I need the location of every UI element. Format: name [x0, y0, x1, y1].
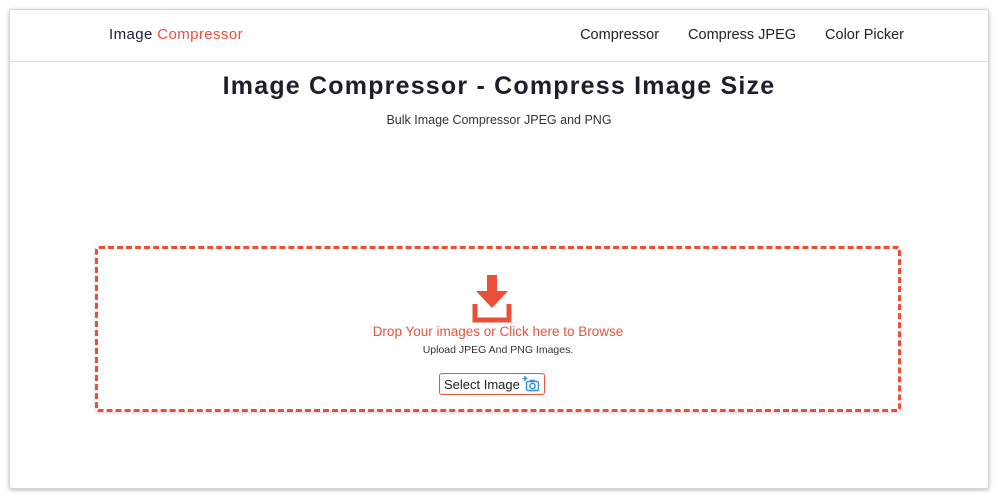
select-image-button[interactable]: Select Image: [439, 373, 545, 395]
navbar: Image Compressor Compressor Compress JPE…: [10, 10, 988, 62]
brand-logo-part1: Image: [109, 26, 153, 43]
page-title: Image Compressor - Compress Image Size: [222, 72, 776, 100]
brand-logo[interactable]: Image Compressor: [109, 26, 243, 43]
nav-links: Compressor Compress JPEG Color Picker: [580, 27, 904, 43]
app-window: Image Compressor Compressor Compress JPE…: [9, 9, 989, 489]
upload-dropzone[interactable]: Drop Your images or Click here to Browse…: [95, 246, 901, 412]
page-subtitle: Bulk Image Compressor JPEG and PNG: [386, 113, 612, 127]
dropzone-hint: Upload JPEG And PNG Images.: [422, 344, 574, 356]
dropzone-instruction: Drop Your images or Click here to Browse: [372, 324, 624, 339]
download-arrow-icon: [472, 275, 512, 323]
nav-link-compressor[interactable]: Compressor: [580, 27, 659, 43]
nav-link-color-picker[interactable]: Color Picker: [825, 27, 904, 43]
nav-link-compress-jpeg[interactable]: Compress JPEG: [688, 27, 796, 43]
select-image-label: Select Image: [444, 376, 520, 392]
add-photo-camera-icon: [522, 376, 540, 392]
brand-logo-part2: Compressor: [157, 26, 243, 43]
